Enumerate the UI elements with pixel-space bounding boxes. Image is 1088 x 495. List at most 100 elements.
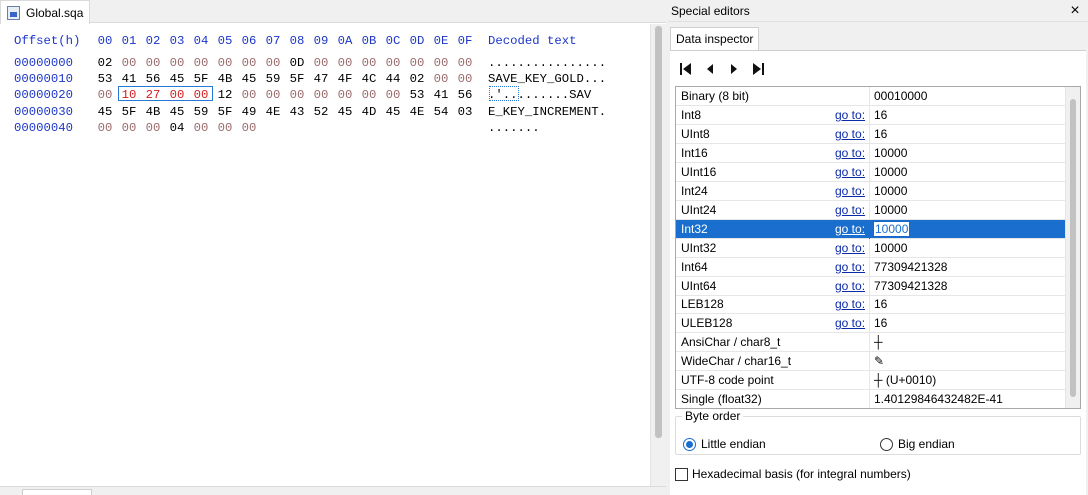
hex-byte[interactable]: 00 [240, 87, 258, 103]
hexadecimal-basis-checkbox[interactable] [675, 467, 688, 481]
hex-byte[interactable]: 00 [432, 55, 450, 71]
previous-icon[interactable] [702, 61, 718, 77]
hex-byte[interactable]: 00 [240, 55, 258, 71]
goto-link[interactable]: go to: [835, 260, 865, 274]
inspector-value[interactable]: 00010000 [874, 89, 927, 103]
little-endian-option[interactable]: Little endian [683, 437, 766, 451]
hex-byte[interactable]: 00 [192, 55, 210, 71]
hex-byte[interactable]: 00 [144, 55, 162, 71]
hex-byte[interactable]: 45 [384, 104, 402, 120]
hex-byte[interactable]: 4E [408, 104, 426, 120]
hex-byte[interactable]: 00 [144, 120, 162, 136]
inspector-value-cell[interactable]: 77309421328 [874, 260, 947, 274]
inspector-value[interactable]: 77309421328 [874, 260, 947, 274]
goto-link[interactable]: go to: [835, 184, 865, 198]
goto-link[interactable]: go to: [835, 222, 865, 236]
hex-byte[interactable]: 00 [408, 55, 426, 71]
inspector-row-widechar-char16-t[interactable]: WideChar / char16_t ✎ [676, 352, 1066, 372]
hex-byte[interactable]: 00 [96, 87, 114, 103]
hex-byte[interactable]: 5F [120, 104, 138, 120]
inspector-row-int24[interactable]: Int24 go to: 10000 [676, 181, 1066, 201]
inspector-row-uint24[interactable]: UInt24 go to: 10000 [676, 200, 1066, 220]
inspector-row-ansichar-char8-t[interactable]: AnsiChar / char8_t ┼ [676, 333, 1066, 353]
inspector-row-uint64[interactable]: UInt64 go to: 77309421328 [676, 276, 1066, 296]
goto-link[interactable]: go to: [835, 127, 865, 141]
inspector-row-uleb128[interactable]: ULEB128 go to: 16 [676, 314, 1066, 334]
last-icon[interactable] [750, 61, 766, 77]
hex-byte[interactable]: 4B [144, 104, 162, 120]
inspector-row-int32[interactable]: Int32 go to: 10000 [676, 219, 1066, 239]
inspector-vertical-scrollbar[interactable] [1065, 87, 1080, 408]
hex-byte[interactable]: 00 [456, 71, 474, 87]
decoded-text[interactable]: ................ [488, 55, 606, 71]
inspector-value-cell[interactable]: 77309421328 [874, 279, 947, 293]
hex-byte[interactable]: 4C [360, 71, 378, 87]
inspector-value-cell[interactable]: 16 [874, 108, 887, 122]
goto-link[interactable]: go to: [835, 146, 865, 160]
big-endian-radio[interactable] [880, 437, 893, 451]
inspector-value-cell[interactable]: 10000 [874, 241, 907, 255]
scrollbar-thumb[interactable] [1070, 99, 1076, 397]
hex-byte[interactable]: 0D [288, 55, 306, 71]
hex-byte[interactable]: 45 [336, 104, 354, 120]
inspector-value[interactable]: 10000 [874, 203, 907, 217]
inspector-value[interactable]: ┼ [874, 335, 883, 349]
inspector-row-leb128[interactable]: LEB128 go to: 16 [676, 295, 1066, 315]
hex-byte[interactable]: 12 [216, 87, 234, 103]
file-tab-global-sqa[interactable]: Global.sqa [0, 0, 90, 24]
inspector-row-uint8[interactable]: UInt8 go to: 16 [676, 124, 1066, 144]
hex-byte[interactable]: 45 [96, 104, 114, 120]
hex-byte[interactable]: 5F [192, 71, 210, 87]
inspector-row-int64[interactable]: Int64 go to: 77309421328 [676, 257, 1066, 277]
hex-byte[interactable]: 4D [360, 104, 378, 120]
hex-vertical-scrollbar[interactable] [650, 24, 666, 486]
inspector-value-cell[interactable]: 10000 [874, 203, 907, 217]
inspector-value-cell[interactable]: ┼ (U+0010) [874, 373, 936, 387]
hex-byte[interactable]: 00 [312, 87, 330, 103]
inspector-value[interactable]: 1.40129846432482E-41 [874, 392, 1003, 406]
inspector-value-cell[interactable]: 10000 [872, 220, 911, 237]
close-icon[interactable]: × [1068, 3, 1082, 19]
hex-byte[interactable]: 00 [456, 55, 474, 71]
inspector-value-cell[interactable]: 1.40129846432482E-41 [874, 392, 1003, 406]
hex-byte[interactable]: 4B [216, 71, 234, 87]
hex-byte[interactable]: 00 [120, 120, 138, 136]
inspector-value-cell[interactable]: ✎ [874, 354, 884, 368]
hex-byte[interactable]: 00 [360, 55, 378, 71]
bottom-tab[interactable] [22, 489, 92, 495]
hex-byte[interactable]: 00 [120, 55, 138, 71]
hex-byte[interactable]: 00 [384, 55, 402, 71]
inspector-value[interactable]: ✎ [874, 354, 884, 368]
hex-byte[interactable]: 00 [312, 55, 330, 71]
inspector-value[interactable]: 10000 [874, 241, 907, 255]
hex-byte[interactable]: 45 [168, 104, 186, 120]
hex-byte[interactable]: 4E [264, 104, 282, 120]
hex-byte[interactable]: 03 [456, 104, 474, 120]
big-endian-option[interactable]: Big endian [880, 437, 955, 451]
goto-link[interactable]: go to: [835, 279, 865, 293]
hex-byte[interactable]: 44 [384, 71, 402, 87]
goto-link[interactable]: go to: [835, 108, 865, 122]
inspector-value-cell[interactable]: 16 [874, 297, 887, 311]
hex-byte[interactable]: 53 [408, 87, 426, 103]
hex-byte[interactable]: 00 [336, 87, 354, 103]
hex-byte[interactable]: 00 [384, 87, 402, 103]
first-icon[interactable] [678, 61, 694, 77]
hex-byte[interactable]: 41 [120, 71, 138, 87]
hex-byte[interactable]: 00 [432, 71, 450, 87]
data-inspector-table[interactable]: Binary (8 bit) 00010000 Int8 go to: 16 UInt8 g… [675, 86, 1081, 409]
inspector-value-cell[interactable]: 16 [874, 127, 887, 141]
inspector-value-cell[interactable]: 10000 [874, 184, 907, 198]
inspector-row-binary-8-bit[interactable]: Binary (8 bit) 00010000 [676, 87, 1066, 106]
hex-byte[interactable]: 00 [192, 120, 210, 136]
hex-byte[interactable]: 04 [168, 120, 186, 136]
inspector-row-int16[interactable]: Int16 go to: 10000 [676, 143, 1066, 163]
decoded-text[interactable]: ....... [488, 120, 540, 136]
hex-byte[interactable]: 41 [432, 87, 450, 103]
decoded-text[interactable]: SAVE_KEY_GOLD... [488, 71, 606, 87]
hex-byte[interactable]: 49 [240, 104, 258, 120]
hexadecimal-basis-option[interactable]: Hexadecimal basis (for integral numbers) [675, 467, 911, 481]
hex-byte[interactable]: 45 [240, 71, 258, 87]
hex-byte[interactable]: 56 [144, 71, 162, 87]
inspector-value[interactable]: 16 [874, 297, 887, 311]
